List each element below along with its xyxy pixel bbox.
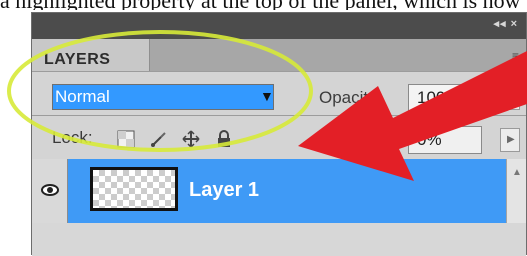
blend-row: Normal ▼ Opacity: 100% ▶ xyxy=(32,71,526,116)
lock-label: Lock: xyxy=(52,128,93,147)
tab-layers[interactable]: LAYERS xyxy=(32,39,150,71)
brush-icon[interactable] xyxy=(149,129,169,149)
layers-panel: ◂◂ × LAYERS ≡ Normal ▼ Opacity: 100% ▶ L… xyxy=(31,12,527,256)
panel-header: ◂◂ × xyxy=(32,13,526,39)
lock-row: Lock: Fill: 0% ▶ xyxy=(32,115,526,160)
move-icon[interactable] xyxy=(181,129,201,149)
blend-mode-select[interactable]: Normal xyxy=(52,84,274,110)
layer-row[interactable]: Layer 1 xyxy=(32,159,526,223)
opacity-field[interactable]: 100% xyxy=(408,84,482,112)
layers-list-empty-area xyxy=(32,223,526,256)
fill-value: 0% xyxy=(417,130,442,149)
collapse-icon[interactable]: ◂◂ × xyxy=(493,17,518,30)
chevron-right-icon: ▶ xyxy=(507,134,515,145)
visibility-toggle[interactable] xyxy=(32,159,68,223)
tab-layers-label: LAYERS xyxy=(44,51,111,68)
tab-strip xyxy=(150,39,526,71)
caption-text: a highlighted property at the top of the… xyxy=(0,0,527,10)
chevron-right-icon: ▶ xyxy=(507,92,515,103)
chevron-down-icon[interactable]: ▼ xyxy=(260,88,274,104)
lock-icon[interactable] xyxy=(214,129,234,149)
opacity-label: Opacity: xyxy=(319,88,382,107)
fill-field[interactable]: 0% xyxy=(408,126,482,154)
opacity-stepper[interactable]: ▶ xyxy=(500,86,520,110)
chevron-up-icon[interactable]: ▲ xyxy=(512,167,522,178)
lock-transparent-pixels-icon[interactable] xyxy=(116,129,136,149)
eye-icon xyxy=(41,184,59,196)
layer-thumbnail[interactable] xyxy=(90,167,178,211)
blend-mode-value: Normal xyxy=(55,87,110,106)
panel-menu-icon[interactable]: ≡ xyxy=(512,49,526,63)
fill-label: Fill: xyxy=(376,128,403,147)
layer-name[interactable]: Layer 1 xyxy=(189,179,259,202)
fill-stepper[interactable]: ▶ xyxy=(500,128,520,152)
opacity-value: 100% xyxy=(417,88,461,107)
